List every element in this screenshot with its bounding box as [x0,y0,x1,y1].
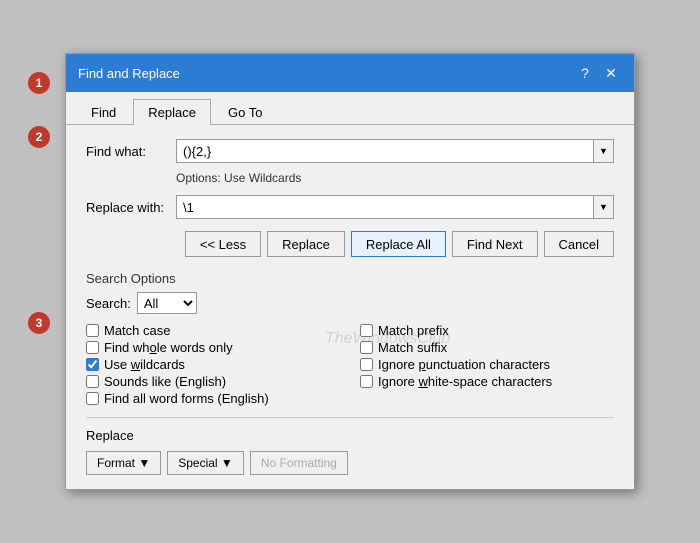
replace-btn-row: Format ▼ Special ▼ No Formatting [86,451,614,475]
replace-with-label: Replace with: [86,200,176,215]
ignore-punct-row: Ignore punctuation characters [360,356,614,373]
word-forms-label: Find all word forms (English) [104,391,269,406]
badge-2: 2 [28,126,50,148]
options-text: Options: Use Wildcards [86,171,614,185]
ignore-punct-checkbox[interactable] [360,358,373,371]
dialog-content: Find what: ▼ Options: Use Wildcards Repl… [66,125,634,489]
wildcards-checkbox[interactable] [86,358,99,371]
find-what-input-wrap: ▼ [176,139,614,163]
options-value: Use Wildcards [224,171,301,185]
word-forms-row: Find all word forms (English) [86,390,340,407]
search-row: Search: All Down Up [86,292,614,314]
close-button[interactable]: ✕ [600,62,622,84]
find-replace-dialog: Find and Replace ? ✕ Find Replace Go To … [65,53,635,490]
options-label: Options: [176,171,224,185]
replace-with-input[interactable] [176,195,594,219]
replace-section: Replace Format ▼ Special ▼ No Formatting [86,417,614,475]
badge-1: 1 [28,72,50,94]
search-options-title: Search Options [86,271,614,286]
special-label: Special [178,456,217,470]
checkboxes-right: Match prefix Match suffix Ignore punctua… [360,322,614,407]
no-formatting-button[interactable]: No Formatting [250,451,348,475]
match-prefix-checkbox[interactable] [360,324,373,337]
help-button[interactable]: ? [574,62,596,84]
wildcards-row: Use wildcards [86,356,340,373]
tab-goto[interactable]: Go To [213,99,277,125]
match-case-row: Match case [86,322,340,339]
format-label: Format [97,456,135,470]
find-what-input[interactable] [176,139,594,163]
replace-with-dropdown[interactable]: ▼ [594,195,614,219]
match-prefix-label: Match prefix [378,323,449,338]
search-select[interactable]: All Down Up [137,292,197,314]
find-next-button[interactable]: Find Next [452,231,538,257]
title-bar: Find and Replace ? ✕ [66,54,634,92]
ignore-whitespace-label: Ignore white-space characters [378,374,552,389]
checkboxes-left: Match case Find whole words only Use wil… [86,322,340,407]
match-prefix-row: Match prefix [360,322,614,339]
wildcards-label: Use wildcards [104,357,185,372]
replace-button[interactable]: Replace [267,231,345,257]
word-forms-checkbox[interactable] [86,392,99,405]
sounds-like-row: Sounds like (English) [86,373,340,390]
match-case-label: Match case [104,323,170,338]
badge-3: 3 [28,312,50,334]
format-button[interactable]: Format ▼ [86,451,161,475]
search-options-section: Search Options TheWindowsClub Search: Al… [86,271,614,407]
whole-words-label: Find whole words only [104,340,233,355]
less-button[interactable]: << Less [185,231,261,257]
match-suffix-row: Match suffix [360,339,614,356]
special-button[interactable]: Special ▼ [167,451,244,475]
match-suffix-checkbox[interactable] [360,341,373,354]
options-grid: Match case Find whole words only Use wil… [86,322,614,407]
replace-section-label: Replace [86,428,614,443]
ignore-punct-label: Ignore punctuation characters [378,357,550,372]
ignore-whitespace-checkbox[interactable] [360,375,373,388]
match-suffix-label: Match suffix [378,340,447,355]
cancel-button[interactable]: Cancel [544,231,614,257]
find-what-row: Find what: ▼ [86,139,614,163]
ignore-whitespace-row: Ignore white-space characters [360,373,614,390]
replace-all-button[interactable]: Replace All [351,231,446,257]
sounds-like-label: Sounds like (English) [104,374,226,389]
dialog-title: Find and Replace [78,66,180,81]
search-label: Search: [86,296,131,311]
match-case-checkbox[interactable] [86,324,99,337]
tabs: Find Replace Go To [66,92,634,125]
find-what-label: Find what: [86,144,176,159]
action-buttons: << Less Replace Replace All Find Next Ca… [86,227,614,261]
whole-words-row: Find whole words only [86,339,340,356]
tab-replace[interactable]: Replace [133,99,211,125]
whole-words-checkbox[interactable] [86,341,99,354]
replace-with-row: Replace with: ▼ [86,195,614,219]
find-what-dropdown[interactable]: ▼ [594,139,614,163]
replace-with-input-wrap: ▼ [176,195,614,219]
sounds-like-checkbox[interactable] [86,375,99,388]
tab-find[interactable]: Find [76,99,131,125]
title-bar-buttons: ? ✕ [574,62,622,84]
